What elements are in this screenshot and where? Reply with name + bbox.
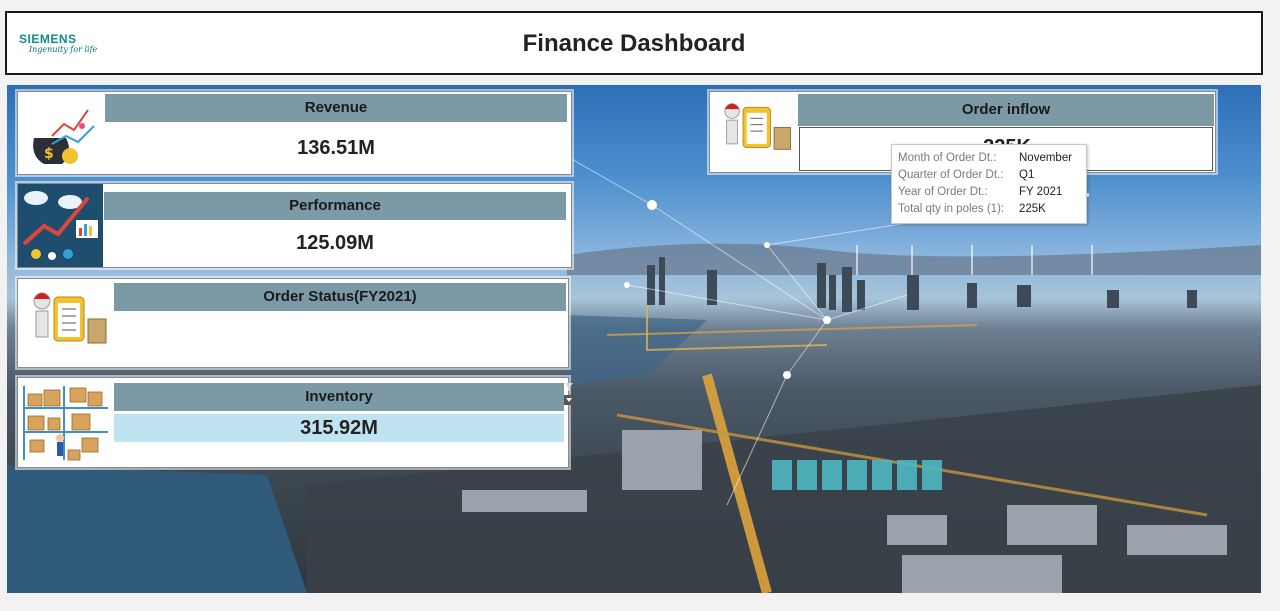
performance-card[interactable]: Performance 125.09M: [17, 183, 572, 268]
tooltip-row: Month of Order Dt.: November: [898, 152, 1080, 169]
clipboard-person-icon: [20, 283, 112, 370]
inventory-value: 315.92M: [114, 414, 564, 442]
performance-label: Performance: [104, 192, 566, 220]
tooltip-row: Total qty in poles (1): 225K: [898, 203, 1080, 220]
tooltip-row: Quarter of Order Dt.: Q1: [898, 169, 1080, 186]
tooltip-key: Total qty in poles (1):: [898, 203, 1005, 215]
tooltip-value: FY 2021: [1019, 186, 1063, 198]
dashboard-header: SIEMENS Ingenuity for life Finance Dashb…: [5, 11, 1263, 75]
tooltip-value: Q1: [1019, 169, 1035, 181]
tooltip-value: 225K: [1019, 203, 1046, 215]
svg-text:$: $: [44, 146, 54, 162]
tooltip-key: Year of Order Dt.:: [898, 186, 988, 198]
performance-chart-icon: [18, 184, 103, 272]
order-status-label: Order Status(FY2021): [114, 283, 566, 311]
tooltip-key: Month of Order Dt.:: [898, 152, 997, 164]
tooltip-row: Year of Order Dt.: FY 2021: [898, 186, 1080, 203]
inventory-label: Inventory: [114, 383, 564, 411]
tooltip-key: Quarter of Order Dt.:: [898, 169, 1004, 181]
revenue-label: Revenue: [105, 94, 567, 122]
order-inflow-tooltip: Month of Order Dt.: November Quarter of O…: [891, 144, 1087, 224]
revenue-card[interactable]: $ Revenue 136.51M: [17, 91, 572, 175]
warehouse-boxes-icon: [20, 380, 112, 471]
tooltip-value: November: [1019, 152, 1073, 164]
clipboard-person-icon: [712, 94, 796, 175]
order-inflow-label: Order inflow: [798, 94, 1214, 126]
performance-value: 125.09M: [296, 232, 374, 254]
inventory-card[interactable]: Inventory 315.92M: [17, 377, 569, 468]
page-title: Finance Dashboard: [522, 30, 746, 57]
money-growth-icon: $: [22, 96, 104, 175]
revenue-value: 136.51M: [297, 137, 375, 159]
order-status-card[interactable]: Order Status(FY2021): [17, 278, 569, 368]
filter-icon[interactable]: [564, 382, 574, 411]
